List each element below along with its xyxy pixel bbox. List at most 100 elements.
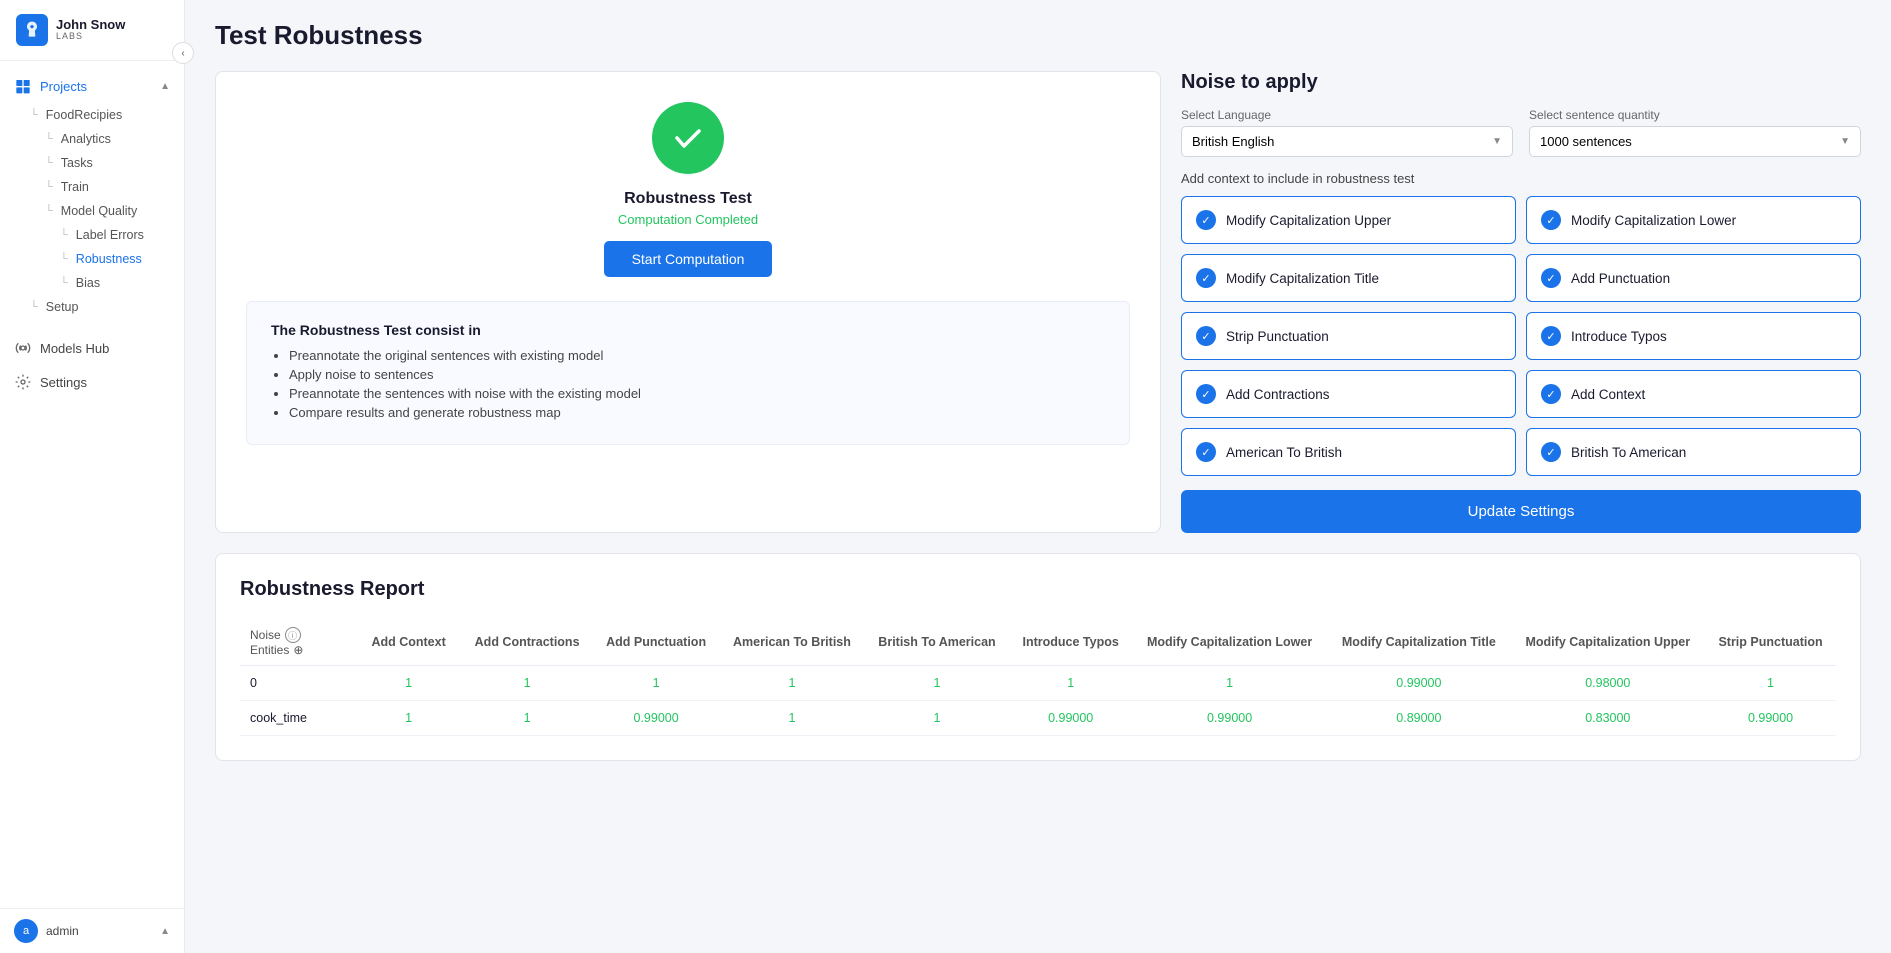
noise-title: Noise to apply: [1181, 71, 1861, 94]
cell-0-4: 1: [865, 666, 1010, 701]
noise-option-3[interactable]: ✓ Add Punctuation: [1526, 254, 1861, 302]
cell-1-5: 0.99000: [1009, 701, 1132, 736]
cell-1-6: 0.99000: [1132, 701, 1327, 736]
update-settings-button[interactable]: Update Settings: [1181, 490, 1861, 533]
sidebar-item-setup[interactable]: Setup: [0, 295, 184, 319]
check-icon-4: ✓: [1196, 326, 1216, 346]
col-header-8: Modify Capitalization Upper: [1511, 619, 1706, 666]
cell-0-2: 1: [593, 666, 719, 701]
sidebar-item-models-hub[interactable]: Models Hub: [0, 331, 184, 365]
noise-option-2[interactable]: ✓ Modify Capitalization Title: [1181, 254, 1516, 302]
entity-cell-0: 0: [240, 666, 356, 701]
col-header-3: American To British: [719, 619, 864, 666]
desc-item-4: Compare results and generate robustness …: [289, 405, 1105, 420]
check-icon-2: ✓: [1196, 268, 1216, 288]
noise-selects: Select Language British English ▼ Select…: [1181, 108, 1861, 157]
quantity-select-label: Select sentence quantity: [1529, 108, 1861, 122]
main-content: Test Robustness Robustness Test Computat…: [185, 0, 1891, 953]
cell-1-4: 1: [865, 701, 1010, 736]
table-row: 011111110.990000.980001: [240, 666, 1836, 701]
language-select-group: Select Language British English ▼: [1181, 108, 1513, 157]
start-computation-button[interactable]: Start Computation: [604, 241, 773, 277]
cell-0-0: 1: [356, 666, 461, 701]
language-select-label: Select Language: [1181, 108, 1513, 122]
sidebar-item-model-quality[interactable]: Model Quality: [0, 199, 184, 223]
projects-icon: [14, 77, 32, 95]
cell-1-7: 0.89000: [1327, 701, 1510, 736]
settings-icon: [14, 373, 32, 391]
entities-info-icon[interactable]: ⊕: [293, 643, 303, 657]
col-header-4: British To American: [865, 619, 1010, 666]
sidebar-item-bias[interactable]: Bias: [0, 271, 184, 295]
robustness-report: Robustness Report Noise ⓘ Entities: [215, 553, 1861, 761]
sidebar-item-train[interactable]: Train: [0, 175, 184, 199]
check-icon-7: ✓: [1541, 384, 1561, 404]
sidebar: John Snow LABS Projects ▲ FoodRecipies A…: [0, 0, 185, 953]
computation-status: Computation Completed: [618, 212, 758, 227]
report-table: Noise ⓘ Entities ⊕ Add ContextAdd Contra…: [240, 619, 1836, 736]
cell-1-1: 1: [461, 701, 593, 736]
noise-option-4[interactable]: ✓ Strip Punctuation: [1181, 312, 1516, 360]
sidebar-item-settings[interactable]: Settings: [0, 365, 184, 399]
col-header-0: Add Context: [356, 619, 461, 666]
cell-1-8: 0.83000: [1511, 701, 1706, 736]
logo-text: John Snow LABS: [56, 18, 125, 42]
context-label: Add context to include in robustness tes…: [1181, 171, 1861, 186]
cell-0-7: 0.99000: [1327, 666, 1510, 701]
cell-1-9: 0.99000: [1705, 701, 1836, 736]
col-header-2: Add Punctuation: [593, 619, 719, 666]
logo: John Snow LABS: [0, 0, 184, 61]
language-chevron-down-icon: ▼: [1492, 136, 1502, 147]
noise-option-8[interactable]: ✓ American To British: [1181, 428, 1516, 476]
admin-chevron-icon[interactable]: ▲: [160, 926, 170, 937]
cell-0-1: 1: [461, 666, 593, 701]
sidebar-item-robustness[interactable]: Robustness: [0, 247, 184, 271]
cell-1-0: 1: [356, 701, 461, 736]
noise-option-5[interactable]: ✓ Introduce Typos: [1526, 312, 1861, 360]
check-icon-3: ✓: [1541, 268, 1561, 288]
noise-column-header: Noise ⓘ: [250, 627, 356, 643]
col-header-5: Introduce Typos: [1009, 619, 1132, 666]
report-title: Robustness Report: [240, 578, 1836, 601]
noise-option-1[interactable]: ✓ Modify Capitalization Lower: [1526, 196, 1861, 244]
admin-label: admin: [46, 924, 79, 938]
language-select[interactable]: British English ▼: [1181, 126, 1513, 157]
noise-panel: Noise to apply Select Language British E…: [1181, 71, 1861, 533]
desc-item-1: Preannotate the original sentences with …: [289, 348, 1105, 363]
quantity-select[interactable]: 1000 sentences ▼: [1529, 126, 1861, 157]
noise-option-7[interactable]: ✓ Add Context: [1526, 370, 1861, 418]
col-header-7: Modify Capitalization Title: [1327, 619, 1510, 666]
robustness-desc-title: The Robustness Test consist in: [271, 322, 1105, 338]
robustness-card-title: Robustness Test: [624, 190, 752, 208]
robustness-desc-list: Preannotate the original sentences with …: [271, 348, 1105, 420]
noise-info-icon[interactable]: ⓘ: [285, 627, 301, 643]
quantity-select-group: Select sentence quantity 1000 sentences …: [1529, 108, 1861, 157]
noise-option-6[interactable]: ✓ Add Contractions: [1181, 370, 1516, 418]
sidebar-item-analytics[interactable]: Analytics: [0, 127, 184, 151]
sidebar-nav: Projects ▲ FoodRecipies Analytics Tasks …: [0, 61, 184, 908]
noise-option-0[interactable]: ✓ Modify Capitalization Upper: [1181, 196, 1516, 244]
sidebar-bottom: a admin ▲: [0, 908, 184, 953]
page-title: Test Robustness: [215, 20, 1861, 51]
cell-0-6: 1: [1132, 666, 1327, 701]
check-icon-6: ✓: [1196, 384, 1216, 404]
projects-chevron: ▲: [160, 81, 170, 92]
models-hub-icon: [14, 339, 32, 357]
sidebar-item-label-errors[interactable]: Label Errors: [0, 223, 184, 247]
entity-cell-1: cook_time: [240, 701, 356, 736]
noise-options-grid: ✓ Modify Capitalization Upper ✓ Modify C…: [1181, 196, 1861, 476]
sidebar-item-tasks[interactable]: Tasks: [0, 151, 184, 175]
quantity-chevron-down-icon: ▼: [1840, 136, 1850, 147]
cell-1-3: 1: [719, 701, 864, 736]
col-header-1: Add Contractions: [461, 619, 593, 666]
table-row: cook_time110.99000110.990000.990000.8900…: [240, 701, 1836, 736]
robustness-card: Robustness Test Computation Completed St…: [215, 71, 1161, 533]
cell-0-5: 1: [1009, 666, 1132, 701]
sidebar-item-projects[interactable]: Projects ▲: [0, 69, 184, 103]
col-header-9: Strip Punctuation: [1705, 619, 1836, 666]
entities-column-header: Entities ⊕: [250, 643, 356, 657]
sidebar-collapse-button[interactable]: ‹: [172, 42, 194, 64]
sidebar-item-food-recipes[interactable]: FoodRecipies: [0, 103, 184, 127]
check-icon-5: ✓: [1541, 326, 1561, 346]
noise-option-9[interactable]: ✓ British To American: [1526, 428, 1861, 476]
